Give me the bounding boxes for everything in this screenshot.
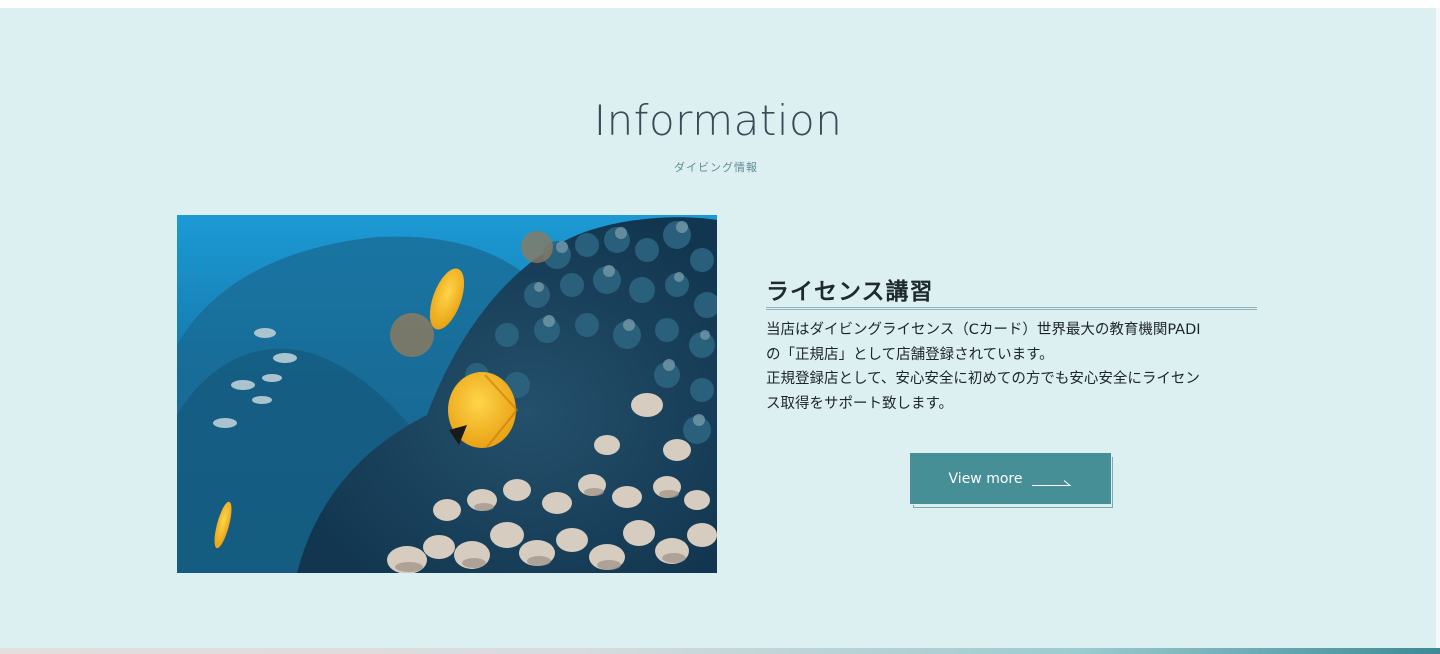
arrow-right-icon: [1032, 475, 1072, 486]
description-line: の「正規店」として店舗登録されています。: [766, 346, 1054, 363]
coral-reef-photo: [177, 215, 717, 573]
section-title: Information: [593, 96, 843, 145]
next-section-edge: [0, 648, 1440, 654]
section-subtitle: ダイビング情報: [674, 161, 758, 174]
card-description: 当店はダイビングライセンス（Cカード）世界最大の教育機関PADI の「正規店」と…: [766, 318, 1256, 416]
description-line: 当店はダイビングライセンス（Cカード）世界最大の教育機関PADI: [766, 322, 1201, 338]
card-title: ライセンス講習: [766, 279, 934, 305]
description-line: ス取得をサポート致します。: [766, 395, 954, 412]
page-edge: [1436, 8, 1440, 648]
title-divider: [766, 307, 1257, 310]
description-line: 正規登録店として、安心安全に初めての方でも安心安全にライセン: [766, 371, 1200, 387]
view-more-label: View more: [948, 470, 1023, 487]
view-more-button[interactable]: View more: [909, 452, 1112, 505]
view-more-wrapper: View more: [909, 452, 1115, 510]
